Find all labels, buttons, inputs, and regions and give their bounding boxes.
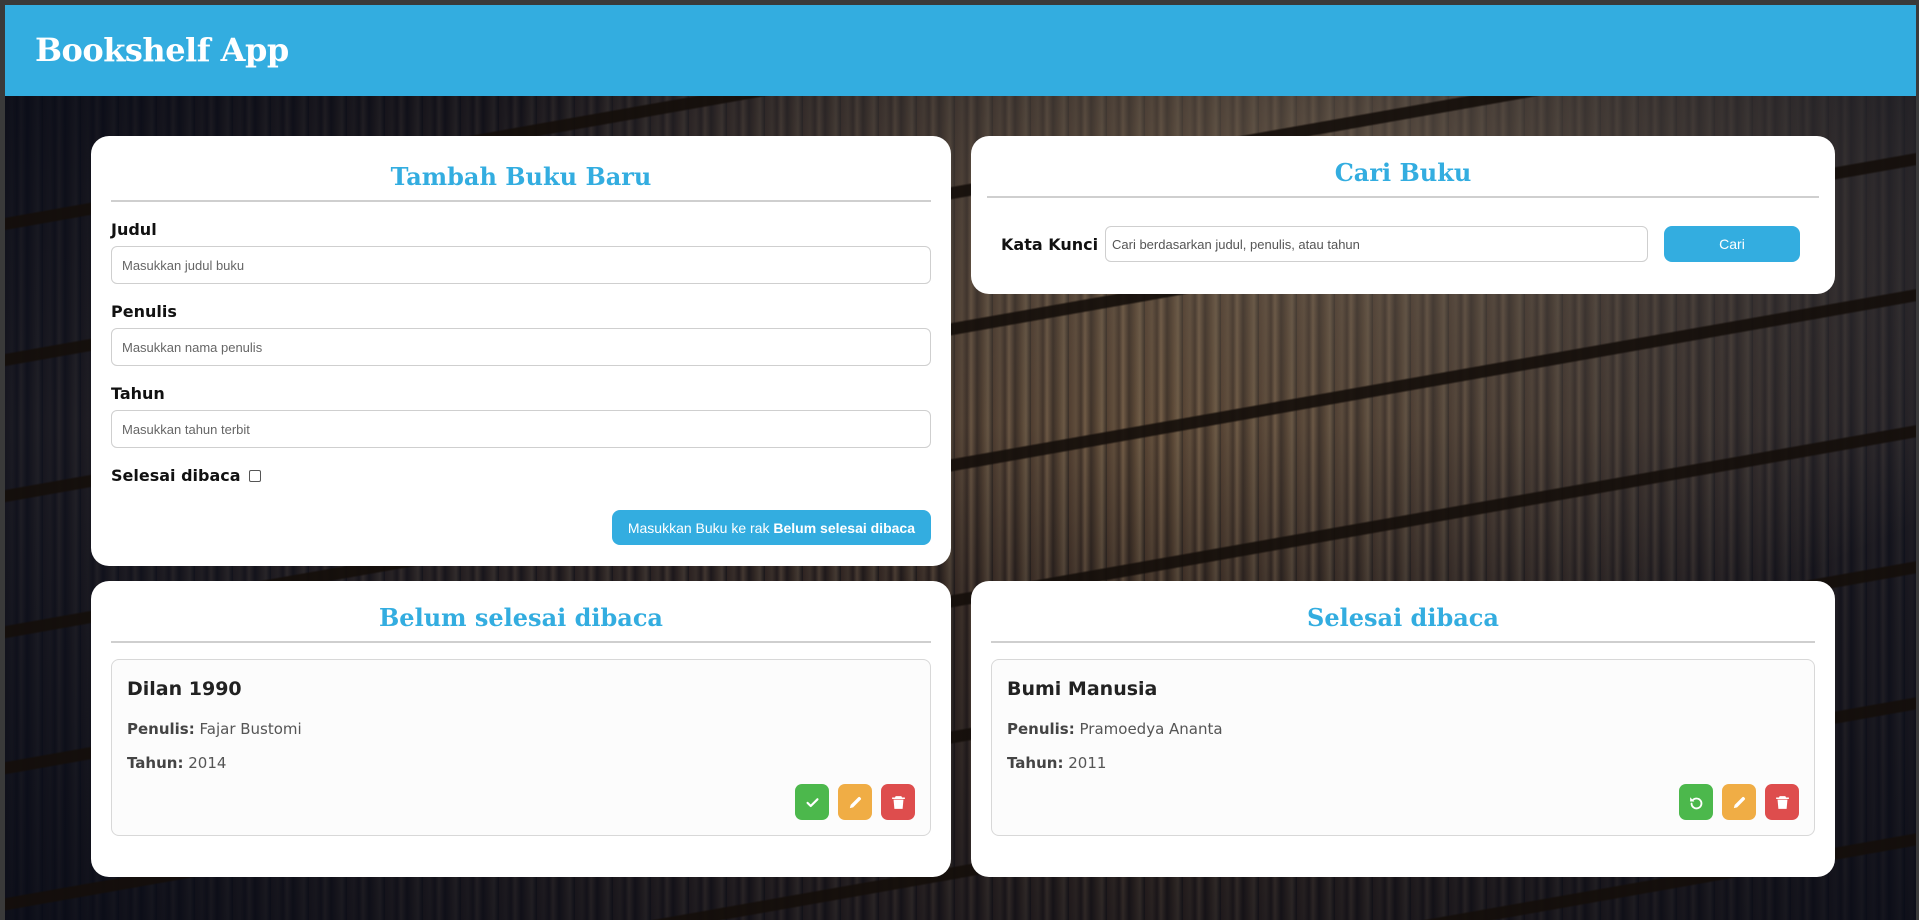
delete-book-button[interactable] [1765, 784, 1799, 820]
year-label: Tahun [111, 384, 165, 403]
author-key: Penulis: [127, 720, 195, 738]
author-key: Penulis: [1007, 720, 1075, 738]
complete-label: Selesai dibaca [111, 466, 241, 485]
pencil-icon [849, 796, 861, 808]
incomplete-shelf: Belum selesai dibaca Dilan 1990 Penulis:… [91, 581, 951, 877]
edit-book-button[interactable] [1722, 784, 1756, 820]
trash-icon [891, 795, 905, 809]
incomplete-shelf-title: Belum selesai dibaca [111, 603, 931, 643]
submit-prefix: Masukkan Buku ke rak [627, 519, 774, 536]
year-key: Tahun: [1007, 754, 1064, 772]
check-icon [805, 797, 819, 807]
year-input[interactable] [111, 410, 931, 448]
mark-complete-button[interactable] [795, 784, 829, 820]
year-value: 2011 [1068, 754, 1107, 772]
book-author: Penulis: Pramoedya Ananta [1007, 720, 1799, 738]
book-author: Penulis: Fajar Bustomi [127, 720, 915, 738]
book-title: Dilan 1990 [127, 678, 242, 700]
mark-incomplete-button[interactable] [1679, 784, 1713, 820]
year-key: Tahun: [127, 754, 184, 772]
book-title: Bumi Manusia [1007, 678, 1158, 700]
complete-row: Selesai dibaca [111, 466, 931, 485]
search-input[interactable] [1105, 226, 1648, 262]
delete-book-button[interactable] [881, 784, 915, 820]
search-button[interactable]: Cari [1664, 226, 1800, 262]
book-actions [1679, 784, 1799, 820]
book-year: Tahun: 2011 [1007, 754, 1799, 772]
keyword-label: Kata Kunci [1001, 234, 1099, 254]
submit-shelf-name: Belum selesai dibaca [773, 519, 915, 536]
pencil-icon [1733, 796, 1745, 808]
edit-book-button[interactable] [838, 784, 872, 820]
submit-book-button[interactable]: Masukkan Buku ke rak Belum selesai dibac… [611, 510, 931, 545]
author-value: Fajar Bustomi [199, 720, 302, 738]
year-value: 2014 [188, 754, 227, 772]
book-actions [795, 784, 915, 820]
search-title: Cari Buku [987, 158, 1819, 198]
app-title: Bookshelf App [35, 31, 289, 69]
author-input[interactable] [111, 328, 931, 366]
undo-icon [1689, 796, 1702, 809]
author-value: Pramoedya Ananta [1079, 720, 1223, 738]
search-row: Kata Kunci Cari [1001, 226, 1800, 262]
complete-shelf-title: Selesai dibaca [991, 603, 1815, 643]
complete-shelf: Selesai dibaca Bumi Manusia Penulis: Pra… [971, 581, 1835, 877]
add-book-card: Tambah Buku Baru Judul Penulis Tahun Sel… [91, 136, 951, 566]
book-item: Dilan 1990 Penulis: Fajar Bustomi Tahun:… [111, 659, 931, 836]
complete-checkbox[interactable] [248, 469, 261, 482]
search-card: Cari Buku Kata Kunci Cari [971, 136, 1835, 294]
add-book-title: Tambah Buku Baru [111, 162, 931, 202]
book-year: Tahun: 2014 [127, 754, 915, 772]
trash-icon [1775, 795, 1789, 809]
title-input[interactable] [111, 246, 931, 284]
app-viewport: Bookshelf App Tambah Buku Baru Judul Pen… [5, 5, 1916, 920]
app-header: Bookshelf App [5, 5, 1916, 96]
author-label: Penulis [111, 302, 177, 321]
title-label: Judul [111, 220, 157, 239]
book-item: Bumi Manusia Penulis: Pramoedya Ananta T… [991, 659, 1815, 836]
